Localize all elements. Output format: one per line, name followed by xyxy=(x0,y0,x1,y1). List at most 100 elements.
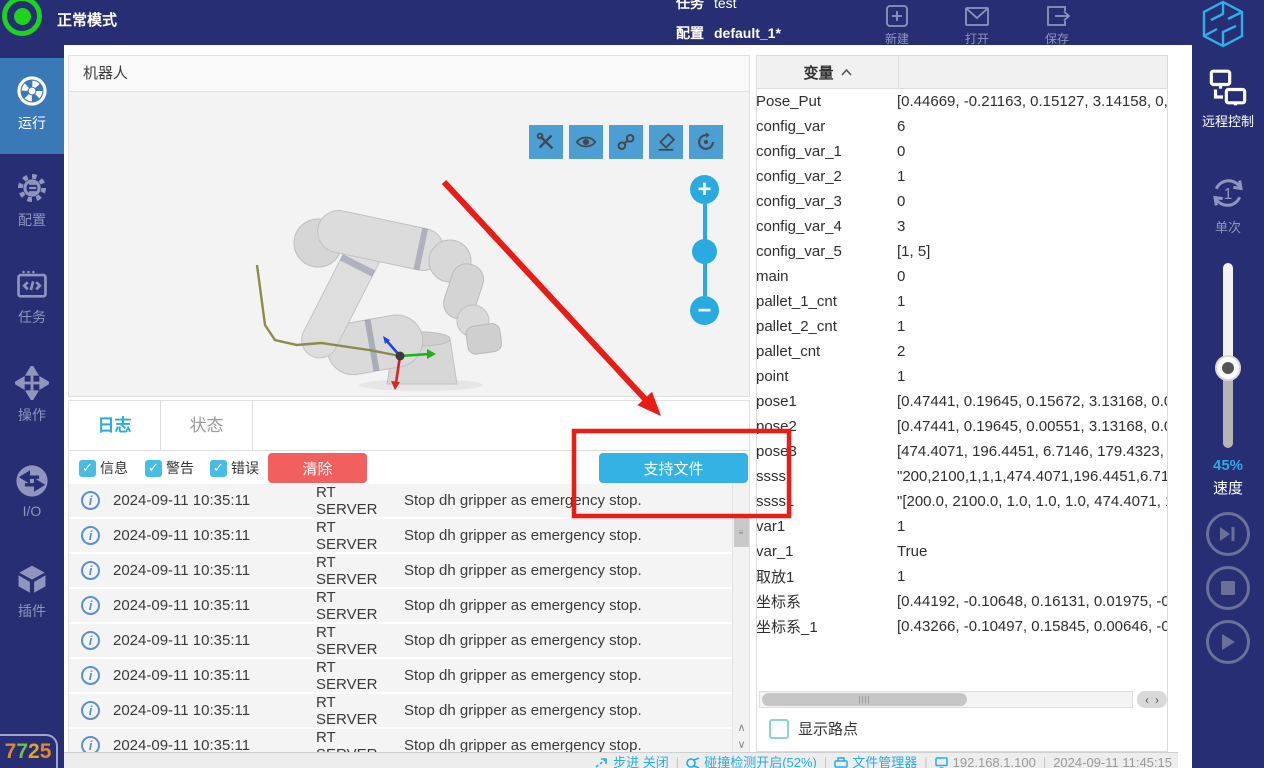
log-source: RT SERVER xyxy=(316,484,400,518)
warning-checkbox[interactable]: ✓ xyxy=(145,460,162,477)
scroll-up-icon[interactable]: ∧ xyxy=(733,719,750,735)
variables-header-label: 变量 xyxy=(803,62,833,83)
file-manager-link[interactable]: 文件管理器 xyxy=(834,753,917,768)
scroll-right-icon[interactable]: › xyxy=(1155,694,1159,706)
single-run-label: 单次 xyxy=(1192,217,1264,236)
variable-row[interactable]: 坐标系_1 [0.43266, -0.10497, 0.15845, 0.006… xyxy=(757,614,1167,639)
sidebar-item-run[interactable]: 运行 xyxy=(0,58,64,154)
remote-control-button[interactable]: 远程控制 xyxy=(1192,67,1264,130)
hscrollbar-thumb[interactable]: |||| xyxy=(762,693,967,706)
log-row[interactable]: i 2024-09-11 10:35:11 RT SERVER Stop dh … xyxy=(69,554,732,587)
variable-row[interactable]: pallet_cnt 2 xyxy=(757,339,1167,364)
visibility-button[interactable] xyxy=(569,125,603,159)
open-button[interactable]: 打开 xyxy=(946,1,1008,45)
sidebar-item-operate[interactable]: 操作 xyxy=(0,350,64,446)
info-checkbox[interactable]: ✓ xyxy=(79,460,96,477)
speed-slider-track-upper[interactable] xyxy=(1223,263,1233,368)
variable-name: pose2 xyxy=(757,418,897,435)
log-source: RT SERVER xyxy=(316,694,400,728)
tools-button[interactable] xyxy=(529,125,563,159)
gear-icon xyxy=(15,171,49,205)
zoom-out-button[interactable]: − xyxy=(690,296,719,325)
path-button[interactable] xyxy=(609,125,643,159)
log-row[interactable]: i 2024-09-11 10:35:11 RT SERVER Stop dh … xyxy=(69,694,732,727)
sidebar-item-config[interactable]: 配置 xyxy=(0,155,64,251)
scroll-left-icon[interactable]: ‹ xyxy=(1145,694,1149,706)
log-row[interactable]: i 2024-09-11 10:35:11 RT SERVER Stop dh … xyxy=(69,484,732,517)
log-timestamp: 2024-09-11 10:35:11 xyxy=(113,527,276,544)
variable-name: 坐标系_1 xyxy=(757,616,897,637)
variable-name: config_var_2 xyxy=(757,168,897,185)
variable-row[interactable]: pose2 [0.47441, 0.19645, 0.00551, 3.1316… xyxy=(757,414,1167,439)
info-icon: i xyxy=(81,631,100,650)
variable-row[interactable]: 坐标系 [0.44192, -0.10648, 0.16131, 0.01975… xyxy=(757,589,1167,614)
filter-info: ✓ 信息 xyxy=(79,458,128,478)
variable-row[interactable]: config_var_5 [1, 5] xyxy=(757,239,1167,264)
play-icon xyxy=(1220,633,1236,651)
step-mode-icon xyxy=(595,757,609,768)
variable-row[interactable]: config_var_4 3 xyxy=(757,214,1167,239)
variable-row[interactable]: config_var 6 xyxy=(757,114,1167,139)
variable-row[interactable]: config_var_1 0 xyxy=(757,139,1167,164)
variable-row[interactable]: pallet_1_cnt 1 xyxy=(757,289,1167,314)
log-message: Stop dh gripper as emergency stop. xyxy=(404,492,642,509)
step-mode-status[interactable]: 步进 关闭 xyxy=(595,753,669,768)
scroll-down-icon[interactable]: ∨ xyxy=(733,736,750,752)
variable-row[interactable]: ssss "200,2100,1,1,1,474.4071,196.4451,6… xyxy=(757,464,1167,489)
variable-row[interactable]: pose3 [474.4071, 196.4451, 6.7146, 179.4… xyxy=(757,439,1167,464)
log-row[interactable]: i 2024-09-11 10:35:11 RT SERVER Stop dh … xyxy=(69,659,732,692)
variable-row[interactable]: pallet_2_cnt 1 xyxy=(757,314,1167,339)
zoom-in-button[interactable]: + xyxy=(690,175,719,204)
log-row[interactable]: i 2024-09-11 10:35:11 RT SERVER Stop dh … xyxy=(69,519,732,552)
variable-row[interactable]: var1 1 xyxy=(757,514,1167,539)
collision-detection-status[interactable]: 碰撞检测开启(52%) xyxy=(686,753,817,768)
sidebar-item-plugin[interactable]: 插件 xyxy=(0,546,64,642)
sidebar-item-task[interactable]: 任务 xyxy=(0,252,64,348)
tab-status[interactable]: 状态 xyxy=(161,401,253,450)
tab-log[interactable]: 日志 xyxy=(69,401,161,450)
variable-row[interactable]: var_1 True xyxy=(757,539,1167,564)
log-timestamp: 2024-09-11 10:35:11 xyxy=(113,737,276,753)
log-row[interactable]: i 2024-09-11 10:35:11 RT SERVER Stop dh … xyxy=(69,729,732,753)
log-row[interactable]: i 2024-09-11 10:35:11 RT SERVER Stop dh … xyxy=(69,624,732,657)
single-run-button[interactable]: 1 单次 xyxy=(1192,173,1264,236)
new-button[interactable]: 新建 xyxy=(866,1,928,45)
variable-value: 0 xyxy=(897,143,1167,160)
variable-row[interactable]: Pose_Put [0.44669, -0.21163, 0.15127, 3.… xyxy=(757,89,1167,114)
variable-row[interactable]: config_var_2 1 xyxy=(757,164,1167,189)
log-source: RT SERVER xyxy=(316,554,400,588)
show-waypoints-checkbox[interactable] xyxy=(769,719,789,739)
right-sidebar: 远程控制 1 单次 45% 速度 xyxy=(1192,45,1264,768)
save-button[interactable]: 保存 xyxy=(1026,1,1088,45)
variable-name: ssss1 xyxy=(757,493,897,510)
robot-panel: 机器人 xyxy=(68,55,750,397)
variable-value: [0.47441, 0.19645, 0.15672, 3.13168, 0.0… xyxy=(897,393,1167,410)
variable-row[interactable]: main 0 xyxy=(757,264,1167,289)
sidebar-item-io[interactable]: I/O xyxy=(0,448,64,544)
play-button[interactable] xyxy=(1206,620,1250,664)
variable-row[interactable]: pose1 [0.47441, 0.19645, 0.15672, 3.1316… xyxy=(757,389,1167,414)
log-scrollbar[interactable]: ≡ ∧ ∨ xyxy=(732,484,749,753)
variable-row[interactable]: config_var_3 0 xyxy=(757,189,1167,214)
step-next-button[interactable] xyxy=(1206,512,1250,556)
variable-row[interactable]: 取放1 1 xyxy=(757,564,1167,589)
variable-row[interactable]: point 1 xyxy=(757,364,1167,389)
clear-log-button[interactable]: 清除 xyxy=(268,453,367,483)
log-scrollbar-thumb[interactable]: ≡ xyxy=(734,517,749,547)
variables-header-cell[interactable]: 变量 xyxy=(757,56,899,88)
zoom-slider-handle[interactable] xyxy=(692,239,717,264)
eraser-button[interactable] xyxy=(649,125,683,159)
variables-hscrollbar[interactable]: |||| xyxy=(759,691,1133,708)
speed-label: 速度 xyxy=(1192,477,1264,498)
stop-button[interactable] xyxy=(1206,566,1250,610)
show-waypoints-label: 显示路点 xyxy=(798,718,858,739)
reset-view-button[interactable] xyxy=(689,125,723,159)
support-files-button[interactable]: 支持文件 xyxy=(599,453,748,483)
variable-value: "[200.0, 2100.0, 1.0, 1.0, 1.0, 474.4071… xyxy=(897,493,1167,510)
error-checkbox[interactable]: ✓ xyxy=(210,460,227,477)
variable-row[interactable]: ssss1 "[200.0, 2100.0, 1.0, 1.0, 1.0, 47… xyxy=(757,489,1167,514)
speed-slider-handle[interactable] xyxy=(1215,355,1241,381)
variable-name: 坐标系 xyxy=(757,591,897,612)
log-row[interactable]: i 2024-09-11 10:35:11 RT SERVER Stop dh … xyxy=(69,589,732,622)
zoom-control: + − xyxy=(690,175,720,325)
